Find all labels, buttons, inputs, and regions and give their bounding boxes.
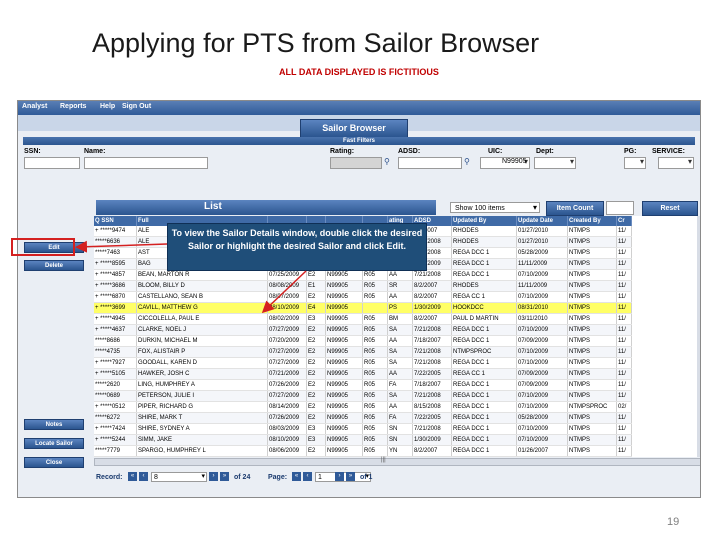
annotation-arrows: [75, 240, 307, 314]
arrow-to-edit: [75, 240, 168, 253]
arrow-to-row: [261, 270, 307, 314]
slide-number: 19: [667, 516, 680, 528]
